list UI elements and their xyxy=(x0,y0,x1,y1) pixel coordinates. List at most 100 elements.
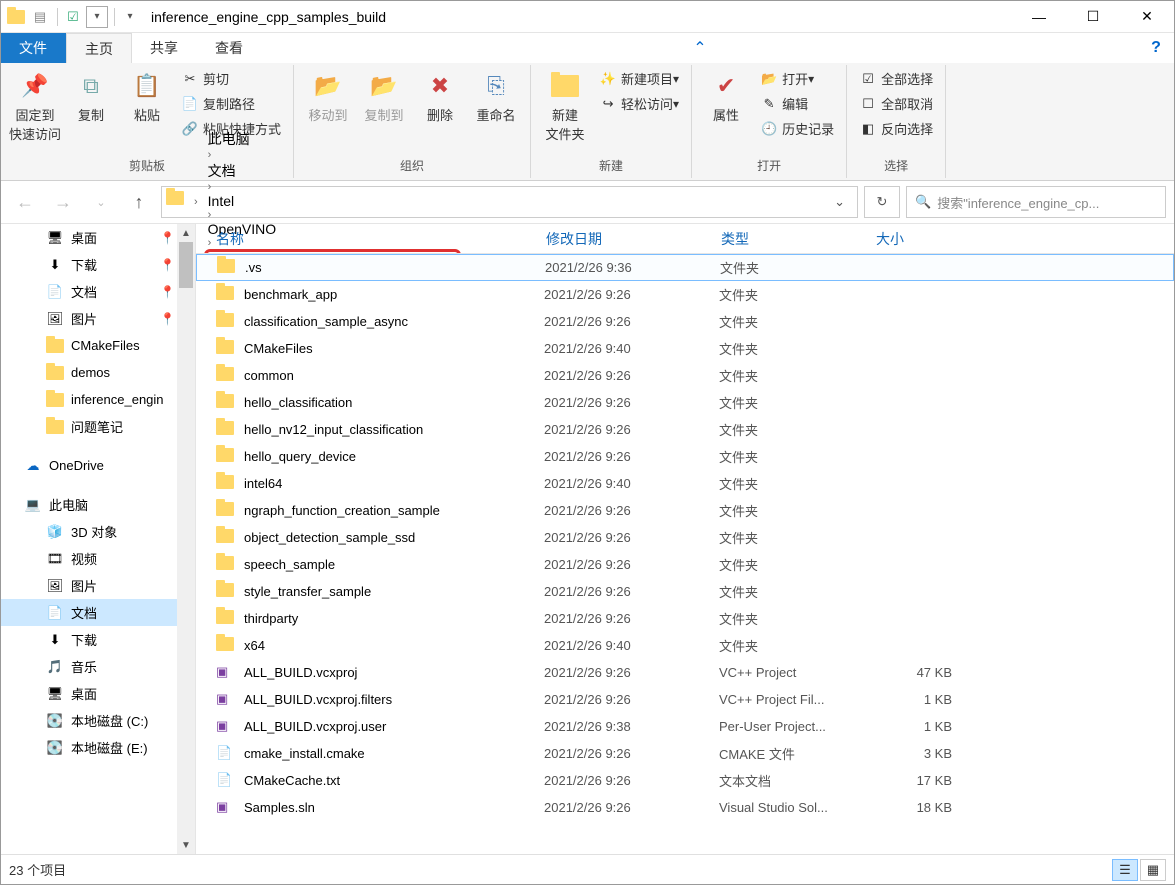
file-row[interactable]: hello_classification2021/2/26 9:26文件夹 xyxy=(196,389,1174,416)
file-row[interactable]: ▣ALL_BUILD.vcxproj.user2021/2/26 9:38Per… xyxy=(196,713,1174,740)
new-folder-button[interactable]: 新建 文件夹 xyxy=(537,65,593,147)
delete-button[interactable]: ✖删除 xyxy=(412,65,468,128)
nav-item[interactable]: ⬇下载 xyxy=(1,626,195,653)
address-bar[interactable]: › 此电脑›文档›Intel›OpenVINO›inference_engine… xyxy=(161,186,858,218)
open-button[interactable]: 📂打开 ▾ xyxy=(756,67,838,90)
file-row[interactable]: 📄cmake_install.cmake2021/2/26 9:26CMAKE … xyxy=(196,740,1174,767)
maximize-button[interactable]: ☐ xyxy=(1066,1,1120,32)
header-date[interactable]: 修改日期 xyxy=(546,229,721,249)
header-name[interactable]: 名称 xyxy=(216,229,546,249)
file-row[interactable]: ▣ALL_BUILD.vcxproj2021/2/26 9:26VC++ Pro… xyxy=(196,659,1174,686)
rename-button[interactable]: ⎘重命名 xyxy=(468,65,524,128)
file-row[interactable]: benchmark_app2021/2/26 9:26文件夹 xyxy=(196,281,1174,308)
breadcrumb-item[interactable]: 此电脑 xyxy=(204,129,461,149)
file-row[interactable]: common2021/2/26 9:26文件夹 xyxy=(196,362,1174,389)
forward-button[interactable]: → xyxy=(47,188,79,216)
copy-to-button[interactable]: 📂复制到 xyxy=(356,65,412,128)
scroll-thumb[interactable] xyxy=(179,242,193,288)
close-button[interactable]: ✕ xyxy=(1120,1,1174,32)
search-input[interactable]: 🔍 搜索"inference_engine_cp... xyxy=(906,186,1166,218)
qat-overflow-icon[interactable]: ▾ xyxy=(119,6,141,28)
file-row[interactable]: ngraph_function_creation_sample2021/2/26… xyxy=(196,497,1174,524)
breadcrumb-item[interactable]: 文档 xyxy=(204,161,461,181)
file-row[interactable]: 📄CMakeCache.txt2021/2/26 9:26文本文档17 KB xyxy=(196,767,1174,794)
nav-item[interactable]: 🖥桌面📍 xyxy=(1,224,195,251)
back-button[interactable]: ← xyxy=(9,188,41,216)
file-row[interactable]: thirdparty2021/2/26 9:26文件夹 xyxy=(196,605,1174,632)
nav-item[interactable]: 🖥桌面 xyxy=(1,680,195,707)
breadcrumb-sep[interactable]: › xyxy=(204,209,461,221)
file-row[interactable]: ▣ALL_BUILD.vcxproj.filters2021/2/26 9:26… xyxy=(196,686,1174,713)
nav-item[interactable]: 💻此电脑 xyxy=(1,491,195,518)
pin-quick-access-button[interactable]: 📌固定到 快速访问 xyxy=(7,65,63,147)
nav-pane[interactable]: 🖥桌面📍⬇下载📍📄文档📍🖼图片📍CMakeFilesdemosinference… xyxy=(1,224,196,854)
file-row[interactable]: CMakeFiles2021/2/26 9:40文件夹 xyxy=(196,335,1174,362)
column-headers[interactable]: 名称 修改日期 类型 大小 xyxy=(196,224,1174,254)
icons-view-button[interactable]: ▦ xyxy=(1140,859,1166,881)
scroll-up-icon[interactable]: ▲ xyxy=(177,224,195,242)
header-size[interactable]: 大小 xyxy=(876,229,966,249)
breadcrumb-item[interactable]: Intel xyxy=(204,193,461,209)
easy-access-button[interactable]: ↪轻松访问 ▾ xyxy=(595,92,683,115)
qat-check-icon[interactable]: ☑ xyxy=(62,6,84,28)
file-row[interactable]: .vs2021/2/26 9:36文件夹 xyxy=(196,254,1174,281)
nav-item[interactable]: demos xyxy=(1,359,195,386)
nav-item[interactable]: 💽本地磁盘 (E:) xyxy=(1,734,195,761)
nav-item[interactable]: ☁OneDrive xyxy=(1,452,195,479)
recent-dropdown[interactable]: ⌄ xyxy=(85,188,117,216)
nav-item[interactable]: 📄文档 xyxy=(1,599,195,626)
new-item-button[interactable]: ✨新建项目 ▾ xyxy=(595,67,683,90)
collapse-ribbon-icon[interactable]: ⌃ xyxy=(688,33,718,63)
cut-button[interactable]: ✂剪切 xyxy=(177,67,285,90)
up-button[interactable]: ↑ xyxy=(123,188,155,216)
copy-path-button[interactable]: 📄复制路径 xyxy=(177,92,285,115)
file-row[interactable]: hello_query_device2021/2/26 9:26文件夹 xyxy=(196,443,1174,470)
file-row[interactable]: hello_nv12_input_classification2021/2/26… xyxy=(196,416,1174,443)
qat-props-icon[interactable]: ▤ xyxy=(29,6,51,28)
tab-home[interactable]: 主页 xyxy=(66,33,132,63)
help-icon[interactable]: ? xyxy=(1144,33,1174,63)
select-all-button[interactable]: ☑全部选择 xyxy=(855,67,937,90)
copy-button[interactable]: ⧉复制 xyxy=(63,65,119,128)
refresh-button[interactable]: ↻ xyxy=(864,186,900,218)
nav-item[interactable]: 🧊3D 对象 xyxy=(1,518,195,545)
nav-item[interactable]: 📄文档📍 xyxy=(1,278,195,305)
paste-button[interactable]: 📋粘贴 xyxy=(119,65,175,128)
address-dropdown-icon[interactable]: ⌄ xyxy=(826,194,853,210)
file-row[interactable]: ▣Samples.sln2021/2/26 9:26Visual Studio … xyxy=(196,794,1174,821)
nav-scrollbar[interactable]: ▲ ▼ xyxy=(177,224,195,854)
history-button[interactable]: 🕘历史记录 xyxy=(756,117,838,140)
file-row[interactable]: intel642021/2/26 9:40文件夹 xyxy=(196,470,1174,497)
header-type[interactable]: 类型 xyxy=(721,229,876,249)
details-view-button[interactable]: ☰ xyxy=(1112,859,1138,881)
nav-item[interactable]: 问题笔记 xyxy=(1,413,195,440)
file-row[interactable]: classification_sample_async2021/2/26 9:2… xyxy=(196,308,1174,335)
properties-button[interactable]: ✔属性 xyxy=(698,65,754,128)
select-none-button[interactable]: ☐全部取消 xyxy=(855,92,937,115)
move-to-button[interactable]: 📂移动到 xyxy=(300,65,356,128)
tab-share[interactable]: 共享 xyxy=(132,33,197,63)
invert-selection-button[interactable]: ◧反向选择 xyxy=(855,117,937,140)
file-row[interactable]: object_detection_sample_ssd2021/2/26 9:2… xyxy=(196,524,1174,551)
nav-item[interactable]: 🖼图片📍 xyxy=(1,305,195,332)
file-row[interactable]: style_transfer_sample2021/2/26 9:26文件夹 xyxy=(196,578,1174,605)
nav-item[interactable]: 🎵音乐 xyxy=(1,653,195,680)
edit-button[interactable]: ✎编辑 xyxy=(756,92,838,115)
tab-view[interactable]: 查看 xyxy=(197,33,262,63)
file-row[interactable]: x642021/2/26 9:40文件夹 xyxy=(196,632,1174,659)
file-list[interactable]: .vs2021/2/26 9:36文件夹benchmark_app2021/2/… xyxy=(196,254,1174,854)
breadcrumb-sep[interactable]: › xyxy=(204,149,461,161)
scroll-down-icon[interactable]: ▼ xyxy=(177,836,195,854)
nav-item[interactable]: CMakeFiles xyxy=(1,332,195,359)
qat-dropdown-icon[interactable]: ▾ xyxy=(86,6,108,28)
nav-item[interactable]: inference_engin xyxy=(1,386,195,413)
nav-item[interactable]: ⬇下载📍 xyxy=(1,251,195,278)
tab-file[interactable]: 文件 xyxy=(1,33,66,63)
breadcrumb-sep[interactable]: › xyxy=(204,181,461,193)
minimize-button[interactable]: — xyxy=(1012,1,1066,32)
nav-item[interactable]: 🎞视频 xyxy=(1,545,195,572)
nav-item[interactable]: 💽本地磁盘 (C:) xyxy=(1,707,195,734)
breadcrumb-sep[interactable]: › xyxy=(190,196,202,208)
nav-item[interactable]: 🖼图片 xyxy=(1,572,195,599)
file-row[interactable]: speech_sample2021/2/26 9:26文件夹 xyxy=(196,551,1174,578)
